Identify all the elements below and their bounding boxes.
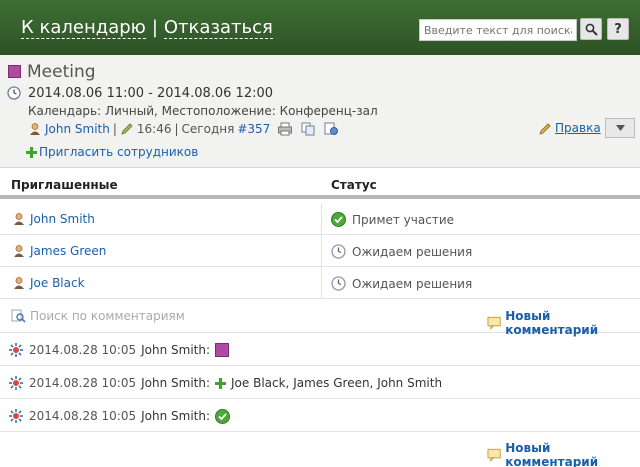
comment-text: Joe Black, James Green, John Smith [231,376,443,390]
created-day: Сегодня [181,122,235,136]
table-row: John Smith Примет участие [0,203,640,235]
search-button[interactable] [580,18,602,40]
export-icon[interactable] [323,122,339,136]
check-icon [215,408,231,424]
clock-icon [331,276,346,291]
status-cell: Примет участие [331,212,454,227]
plus-icon [215,377,227,389]
search-icon [585,23,598,36]
comment-date: 2014.08.28 10:05 [29,409,137,423]
back-to-calendar-link[interactable]: К календарю [21,17,146,39]
comment-author: John Smith: [141,409,211,423]
table-row: Joe Black Ожидаем решения [0,267,640,299]
participant-cell: James Green [12,244,106,258]
created-time: 16:46 [136,122,172,136]
copy-icon[interactable] [300,122,316,136]
decline-link[interactable]: Отказаться [163,17,273,39]
event-meta: Календарь: Личный, Местоположение: Конфе… [28,104,378,118]
comment-row: 2014.08.28 10:05 John Smith: Joe Black, … [0,366,640,399]
status-text: Примет участие [352,212,454,227]
participant-link[interactable]: Joe Black [30,276,85,290]
status-text: Ожидаем решения [352,244,473,259]
invite-employees-link[interactable]: Пригласить сотрудников [39,145,198,159]
new-comment-bottom: Новый комментарий [487,441,640,467]
status-text: Ожидаем решения [352,276,473,291]
clock-icon [331,244,346,259]
nav-separator: | [151,17,158,38]
comment-icon [487,448,501,462]
event-color-square [8,65,21,78]
comment-row: 2014.08.28 10:05 John Smith: [0,399,640,432]
user-icon [30,123,40,135]
comment-icon [487,316,501,330]
comments-toolbar: Поиск по комментариям Новый комментарий [0,300,640,337]
user-icon [14,277,24,289]
plus-icon [26,146,37,158]
comment-content: 2014.08.28 10:05 John Smith: [8,342,230,358]
comment-author: John Smith: [141,376,211,390]
header-status: Статус [331,178,377,192]
comment-row: 2014.08.28 10:05 John Smith: [0,333,640,366]
comment-author: John Smith: [141,343,211,357]
divider: | [112,122,117,136]
chevron-down-icon [615,125,625,131]
system-event-icon [9,376,23,390]
system-event-icon [9,409,23,423]
user-icon [14,245,24,257]
header-invited: Приглашенные [11,178,118,192]
column-divider [321,203,322,235]
print-icon[interactable] [277,122,293,136]
comment-search[interactable]: Поиск по комментариям [11,309,185,323]
status-cell: Ожидаем решения [331,276,472,291]
user-icon [14,213,24,225]
participant-cell: John Smith [12,212,95,226]
status-cell: Ожидаем решения [331,244,472,259]
comment-search-placeholder: Поиск по комментариям [30,309,185,323]
comment-date: 2014.08.28 10:05 [29,376,137,390]
check-icon [331,212,346,227]
table-row: James Green Ожидаем решения [0,235,640,267]
top-nav: К календарю | Отказаться [21,17,273,39]
participants-header: Приглашенные Статус [0,167,640,199]
comment-content: 2014.08.28 10:05 John Smith: [8,408,231,424]
pencil-icon [539,122,551,135]
event-time: 2014.08.06 11:00 - 2014.08.06 12:00 [28,86,274,101]
clock-icon [7,86,21,100]
system-event-icon [9,343,23,357]
event-id-link[interactable]: #357 [237,122,270,136]
participant-link[interactable]: James Green [30,244,106,258]
edit-link[interactable]: Правка [555,121,601,135]
event-title: Meeting [27,62,96,82]
column-divider [321,267,322,299]
new-comment-link[interactable]: Новый комментарий [505,441,640,467]
invite-line: Пригласить сотрудников [26,145,198,159]
divider: | [174,122,179,136]
comment-content: 2014.08.28 10:05 John Smith: Joe Black, … [8,375,442,391]
top-bar: К календарю|Отказаться ? [0,0,640,55]
pencil-edit-icon [121,123,133,135]
event-info-line: John Smith | 16:46 | Сегодня #357 [28,122,339,136]
column-divider [321,235,322,267]
edit-link-wrap: Правка [539,121,601,135]
more-dropdown-button[interactable] [605,118,635,138]
comment-date: 2014.08.28 10:05 [29,343,137,357]
color-change-square [215,343,230,357]
search-input[interactable] [419,19,577,41]
organizer-link[interactable]: John Smith [45,122,110,136]
participant-cell: Joe Black [12,276,85,290]
help-button[interactable]: ? [607,18,629,40]
participant-link[interactable]: John Smith [30,212,95,226]
search-doc-icon [11,309,26,323]
